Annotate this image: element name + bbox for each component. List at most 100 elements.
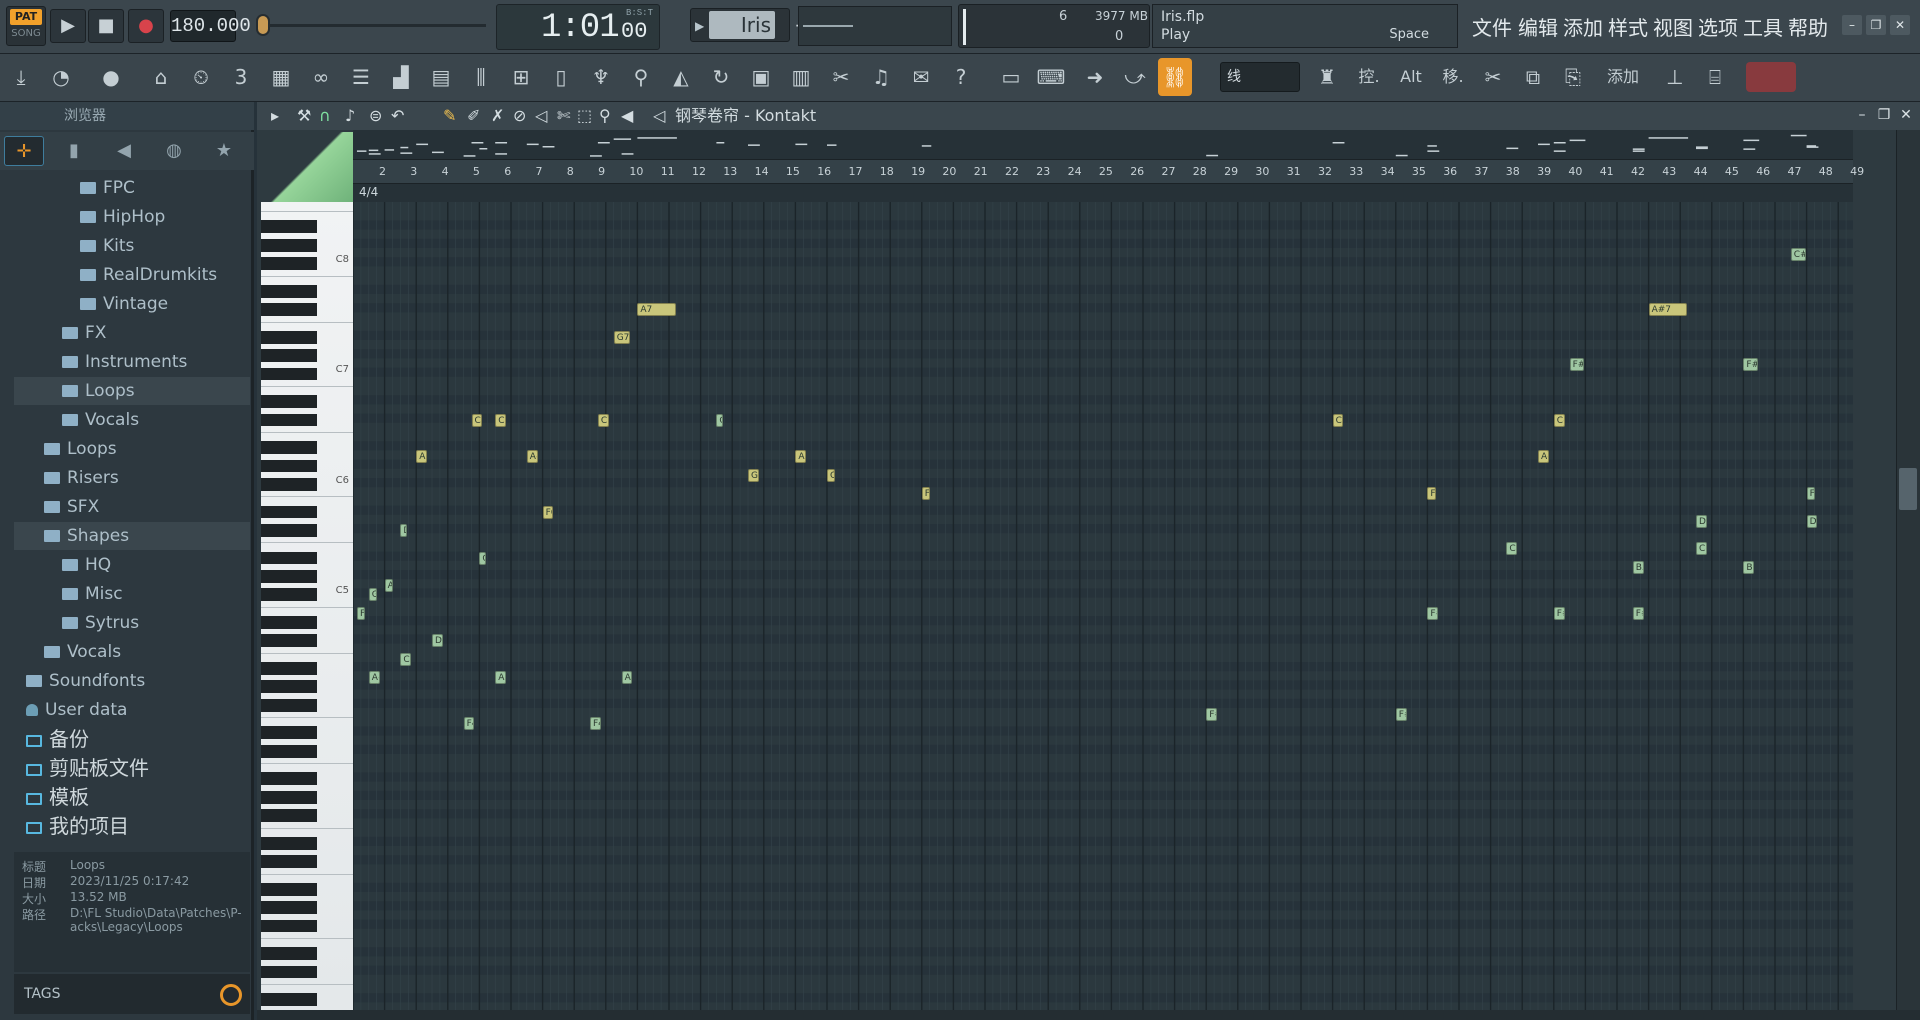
black-key[interactable] <box>261 726 317 740</box>
audio-tab-icon[interactable]: ◀ <box>104 136 144 166</box>
pattern-selector[interactable]: ▶ Iris + <box>690 8 811 42</box>
roll-minimize-icon[interactable]: – <box>1853 106 1871 124</box>
black-key[interactable] <box>261 570 317 583</box>
countdown-icon[interactable]: 3 <box>224 58 258 96</box>
note[interactable]: F#5 <box>1632 606 1644 620</box>
black-key[interactable] <box>261 634 317 648</box>
pat-song-toggle[interactable]: PAT SONG <box>6 6 46 46</box>
note[interactable]: F#5 <box>1553 606 1565 620</box>
browser-item[interactable]: HQ <box>14 551 250 579</box>
browser-item[interactable]: Risers <box>14 464 250 492</box>
black-key[interactable] <box>261 919 317 933</box>
note[interactable]: B5 <box>1743 560 1755 574</box>
zoom-tool-icon[interactable]: ⚲ <box>599 102 611 130</box>
play-button[interactable]: ▶ <box>50 9 86 43</box>
master-pitch-knob[interactable] <box>256 14 270 36</box>
collapse-arrow-icon[interactable]: ▸ <box>271 102 279 130</box>
alt-label[interactable]: Alt <box>1394 58 1428 96</box>
browser-item[interactable]: FPC <box>14 174 250 202</box>
note[interactable]: A#4 <box>495 671 507 685</box>
master-pitch-slider[interactable] <box>256 24 486 27</box>
menu-help[interactable]: 帮助 <box>1788 12 1828 41</box>
note-icon[interactable]: ♪ <box>345 102 355 130</box>
speaker-icon[interactable]: ◁ <box>653 102 665 130</box>
tags-bar[interactable]: TAGS <box>14 974 250 1014</box>
black-key[interactable] <box>261 836 317 850</box>
note[interactable]: F#7 <box>1743 358 1759 372</box>
delete-tool-icon[interactable]: ✗ <box>491 102 504 130</box>
all-tab-icon[interactable]: ✛ <box>4 136 44 166</box>
horizontal-scrollbar[interactable] <box>257 1010 1920 1020</box>
note[interactable]: A#6 <box>526 450 538 464</box>
project-icon[interactable]: ▯ <box>544 58 578 96</box>
menu-tools[interactable]: 工具 <box>1743 12 1783 41</box>
note[interactable]: C#6 <box>1506 542 1518 556</box>
note[interactable]: A#7 <box>1648 303 1688 317</box>
note[interactable]: A#6 <box>1538 450 1549 464</box>
minimize-icon[interactable]: – <box>1842 15 1862 35</box>
search-icon[interactable] <box>220 984 242 1006</box>
note[interactable]: F5 <box>356 606 366 620</box>
black-key[interactable] <box>261 901 317 915</box>
record-button[interactable]: ● <box>128 9 164 43</box>
magnet-icon[interactable]: ∩ <box>319 102 331 130</box>
scissors-icon[interactable]: ✂ <box>1476 58 1510 96</box>
move-label[interactable]: 移. <box>1436 58 1470 96</box>
black-key[interactable] <box>261 882 317 896</box>
note[interactable]: F4 <box>590 717 601 731</box>
black-key[interactable] <box>261 551 317 565</box>
wrench-icon[interactable]: ⚒ <box>297 102 311 130</box>
menu-patterns[interactable]: 样式 <box>1608 12 1648 41</box>
menu-edit[interactable]: 编辑 <box>1518 12 1558 41</box>
note[interactable]: A6 <box>416 450 428 464</box>
browser-item[interactable]: SFX <box>14 493 250 521</box>
browser-item[interactable]: Soundfonts <box>14 667 250 695</box>
note[interactable]: C#7 <box>1553 413 1565 427</box>
browser-item[interactable]: Vocals <box>14 406 250 434</box>
cart-icon[interactable]: ⌸ <box>1698 58 1732 96</box>
snap-selector[interactable]: 线 <box>1220 62 1300 92</box>
browser-item[interactable]: Shapes <box>14 522 250 550</box>
browser-item[interactable]: 备份 <box>14 725 250 753</box>
browser-item[interactable]: RealDrumkits <box>14 261 250 289</box>
pencil-icon[interactable]: ✎ <box>443 102 456 130</box>
note[interactable]: D5 <box>432 634 443 648</box>
note[interactable]: A#6 <box>795 450 807 464</box>
black-key[interactable] <box>261 524 317 537</box>
stop-button[interactable]: ■ <box>88 9 124 43</box>
browser-item[interactable]: Vocals <box>14 638 250 666</box>
paste-icon[interactable]: ⎘ <box>1556 58 1590 96</box>
stop-circle-icon[interactable]: ⊜ <box>369 102 382 130</box>
keyboard-icon[interactable]: ⌨ <box>1034 58 1068 96</box>
save-icon[interactable]: ▣ <box>744 58 778 96</box>
browser-icon[interactable]: ⊞ <box>504 58 538 96</box>
link-icon[interactable]: ⛓ <box>1158 58 1192 96</box>
black-key[interactable] <box>261 257 317 271</box>
paint-brush-icon[interactable]: ✐ <box>467 102 480 130</box>
browser-item[interactable]: 模板 <box>14 783 250 811</box>
bar-ruler[interactable]: 2 3 4 5 6 7 8 9 10 11 12 13 14 15 16 17 18 19 20 21 22 23 24 25… <box>353 160 1864 184</box>
note[interactable]: G6 <box>748 468 759 482</box>
black-key[interactable] <box>261 947 317 961</box>
note[interactable]: C5 <box>400 652 412 666</box>
note[interactable]: A#4 <box>621 671 633 685</box>
restore-icon[interactable]: ❐ <box>1866 15 1886 35</box>
bucket-icon[interactable]: ◭ <box>664 58 698 96</box>
black-key[interactable] <box>261 330 317 344</box>
speaker-mute-icon[interactable]: ◁ <box>535 102 547 130</box>
microphone-icon[interactable]: ♫ <box>864 58 898 96</box>
mixer-icon[interactable]: ⫼ <box>464 58 498 96</box>
browser-item[interactable]: User data <box>14 696 250 724</box>
black-key[interactable] <box>261 505 317 519</box>
menu-view[interactable]: 视图 <box>1653 12 1693 41</box>
piano-keyboard[interactable]: C8 C7 C6 C5 <box>261 202 353 1010</box>
note[interactable]: G5 <box>368 588 378 602</box>
black-key[interactable] <box>261 478 317 491</box>
pattern-name[interactable]: Iris <box>709 11 775 39</box>
roll-maximize-icon[interactable]: ❐ <box>1875 106 1893 124</box>
note-grid[interactable]: A7 A#7 G7 C#8 F#7 F#7 C7 C7 C7 C7 C#7 C#7 A6 A#6 A#6 A#… <box>353 202 1853 1010</box>
note[interactable]: F#5 <box>1427 606 1439 620</box>
roll-corner-tab[interactable] <box>261 132 353 202</box>
menu-add[interactable]: 添加 <box>1563 12 1603 41</box>
note[interactable]: D#6 <box>1696 514 1707 528</box>
